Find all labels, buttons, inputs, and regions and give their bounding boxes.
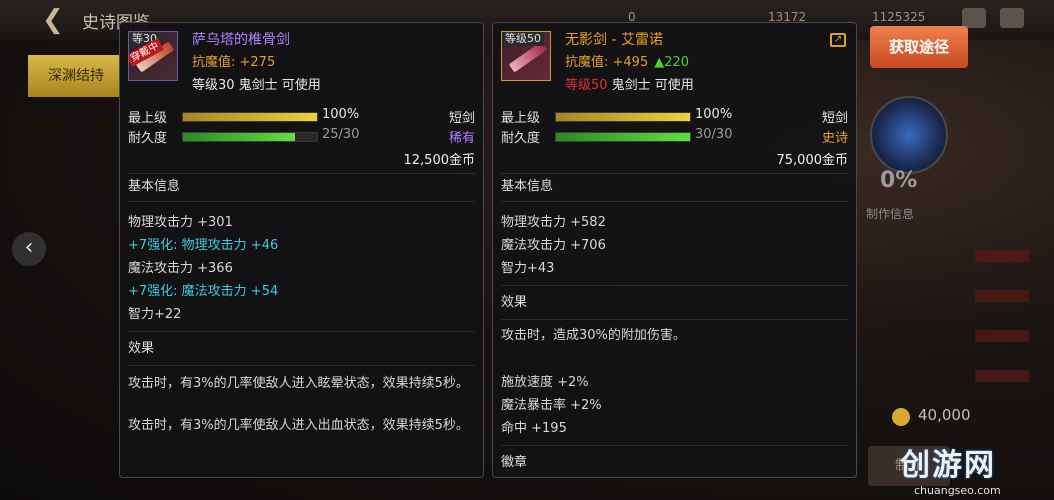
craft-cost: 40,000 bbox=[868, 404, 988, 430]
item-requirement: 等级50 鬼剑士 可使用 bbox=[565, 74, 694, 93]
emblem-header: 徽章 bbox=[501, 455, 528, 470]
requirement-level: 等级50 bbox=[565, 78, 608, 93]
max-level-value: 100% bbox=[322, 107, 360, 122]
material-slot bbox=[975, 290, 1029, 302]
stat-line: 智力+22 bbox=[128, 307, 182, 322]
stat-line: 物理攻击力 +301 bbox=[128, 215, 233, 230]
stat-line-enhance: +7强化: 物理攻击力 +46 bbox=[128, 238, 279, 253]
basic-info-header: 基本信息 bbox=[128, 179, 181, 194]
back-arrow-icon[interactable]: ❮ bbox=[42, 6, 76, 34]
material-slot bbox=[975, 370, 1029, 382]
basic-info-header: 基本信息 bbox=[501, 179, 554, 194]
effect-line: 攻击时，有3%的几率使敌人进入眩晕状态，效果持续5秒。 bbox=[128, 376, 469, 391]
effect-line: 攻击时，造成30%的附加伤害。 bbox=[501, 328, 686, 343]
max-level-bar bbox=[555, 112, 691, 122]
stat-line: 魔法攻击力 +366 bbox=[128, 261, 233, 276]
item-rarity: 稀有 bbox=[448, 131, 475, 146]
sword-icon bbox=[508, 41, 548, 73]
item-tooltip-compare: 等级50 无影剑 - 艾雷诺 抗魔值: +495 ▲220 等级50 鬼剑士 可使… bbox=[492, 22, 857, 478]
mail-icon[interactable] bbox=[962, 8, 986, 28]
anti-magic-value: 抗魔值: +495 ▲220 bbox=[565, 51, 689, 70]
anti-magic-increase: ▲220 bbox=[654, 55, 690, 70]
divider bbox=[128, 331, 475, 332]
stat-line: 智力+43 bbox=[501, 261, 555, 276]
stat-line: 魔法攻击力 +706 bbox=[501, 238, 606, 253]
stat-line: 物理攻击力 +582 bbox=[501, 215, 606, 230]
item-requirement: 等级30 鬼剑士 可使用 bbox=[192, 78, 321, 93]
divider bbox=[128, 201, 475, 202]
effect-line: 攻击时，有3%的几率使敌人进入出血状态，效果持续5秒。 bbox=[128, 418, 469, 433]
max-level-label: 最上级 bbox=[501, 111, 541, 126]
durability-label: 耐久度 bbox=[128, 131, 168, 146]
divider bbox=[501, 319, 848, 320]
item-rarity: 史诗 bbox=[821, 131, 848, 146]
item-tooltip-current: 等30 穿戴中 萨乌塔的椎骨剑 抗魔值: +275 等级30 鬼剑士 可使用 最… bbox=[119, 22, 484, 478]
anti-magic-value: 抗魔值: +275 bbox=[192, 55, 276, 70]
effect-header: 效果 bbox=[501, 295, 528, 310]
extra-stat-line: 魔法暴击率 +2% bbox=[501, 398, 602, 413]
item-name: 萨乌塔的椎骨剑 bbox=[192, 32, 290, 48]
durability-label: 耐久度 bbox=[501, 131, 541, 146]
durability-bar bbox=[555, 132, 691, 142]
share-icon[interactable]: ↗ bbox=[830, 33, 846, 47]
durability-value: 25/30 bbox=[322, 127, 360, 142]
craft-info-label[interactable]: 制作信息 bbox=[866, 205, 914, 222]
material-slot bbox=[975, 250, 1029, 262]
craft-progress-orb bbox=[870, 96, 948, 174]
prev-page-icon[interactable]: ‹ bbox=[12, 232, 46, 266]
divider bbox=[501, 285, 848, 286]
item-name: 无影剑 - 艾雷诺 bbox=[565, 32, 663, 48]
durability-value: 30/30 bbox=[695, 127, 733, 142]
divider bbox=[501, 201, 848, 202]
craft-cost-value: 40,000 bbox=[918, 406, 971, 424]
item-price: 12,500金币 bbox=[403, 153, 476, 168]
watermark-url: chuangseo.com bbox=[914, 484, 1001, 497]
extra-stat-line: 施放速度 +2% bbox=[501, 375, 589, 390]
category-tab[interactable]: 深渊结持 bbox=[28, 55, 120, 97]
max-level-value: 100% bbox=[695, 107, 733, 122]
item-type: 短剑 bbox=[448, 111, 475, 126]
item-thumbnail: 等30 穿戴中 bbox=[128, 31, 178, 81]
craft-percent: 0% bbox=[880, 168, 918, 193]
item-type: 短剑 bbox=[821, 111, 848, 126]
item-thumbnail: 等级50 bbox=[501, 31, 551, 81]
divider bbox=[501, 173, 848, 174]
watermark: 创游网 chuangseo.com bbox=[900, 440, 1050, 497]
gold-coin-icon bbox=[892, 408, 910, 426]
max-level-bar bbox=[182, 112, 318, 122]
resource-counter-3: 1125325 bbox=[872, 10, 926, 24]
effect-header: 效果 bbox=[128, 341, 155, 356]
thumb-level-tag: 等级50 bbox=[502, 32, 544, 46]
item-price: 75,000金币 bbox=[776, 153, 849, 168]
max-level-label: 最上级 bbox=[128, 111, 168, 126]
stat-line-enhance: +7强化: 魔法攻击力 +54 bbox=[128, 284, 279, 299]
watermark-logo: 创游网 bbox=[900, 448, 996, 483]
acquire-route-button[interactable]: 获取途径 bbox=[870, 26, 968, 68]
durability-bar bbox=[182, 132, 318, 142]
material-slot bbox=[975, 330, 1029, 342]
divider bbox=[128, 365, 475, 366]
extra-stat-line: 命中 +195 bbox=[501, 421, 567, 436]
anti-magic-text: 抗魔值: +495 bbox=[565, 55, 649, 70]
chat-icon[interactable] bbox=[1000, 8, 1024, 28]
divider bbox=[128, 173, 475, 174]
divider bbox=[501, 445, 848, 446]
requirement-rest: 鬼剑士 可使用 bbox=[607, 78, 694, 93]
